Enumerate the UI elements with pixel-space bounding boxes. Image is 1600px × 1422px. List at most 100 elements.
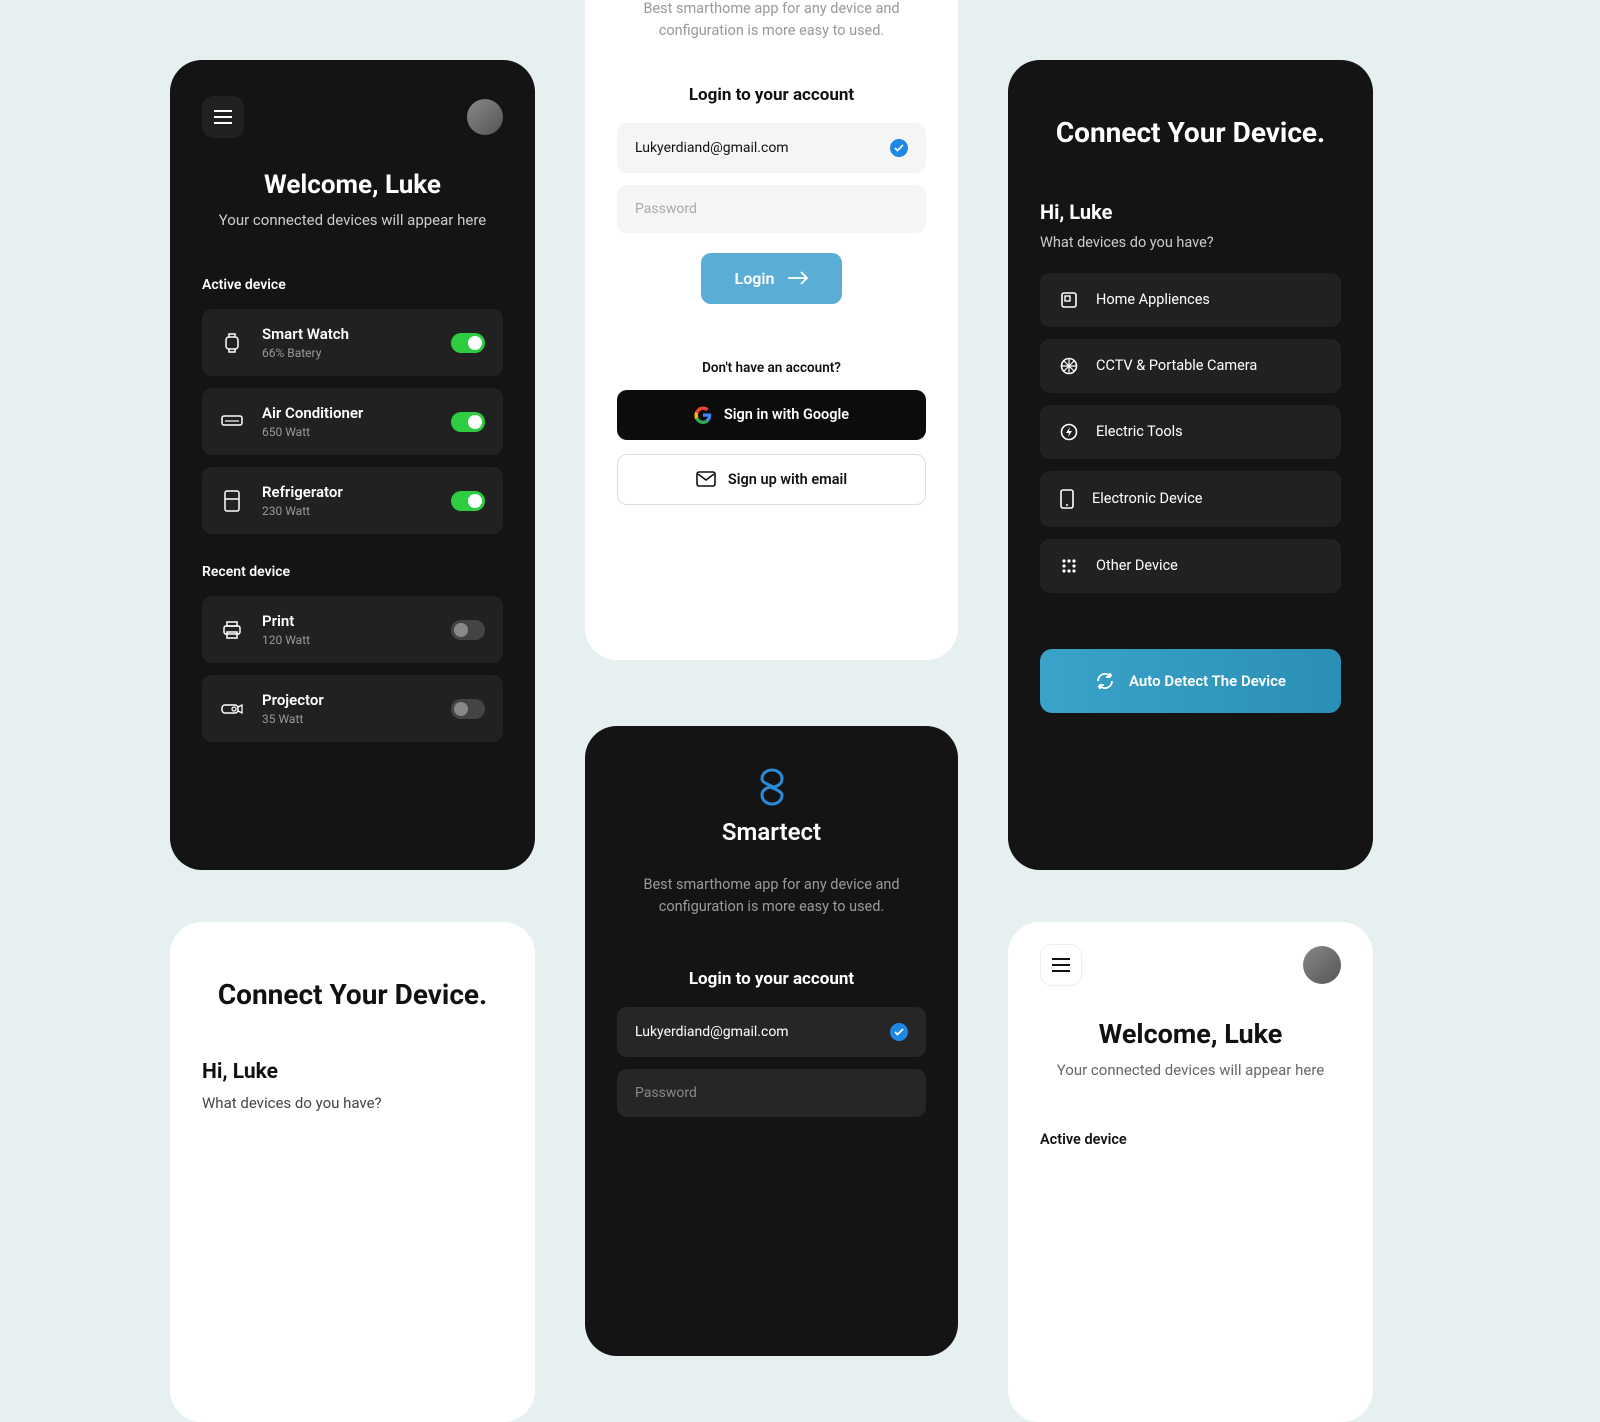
topbar: [202, 96, 503, 138]
category-home-appliances[interactable]: Home Appliences: [1040, 273, 1341, 327]
category-label: Other Device: [1096, 557, 1178, 574]
connect-question: What devices do you have?: [202, 1094, 503, 1112]
password-placeholder: Password: [635, 1085, 697, 1101]
device-row-fridge[interactable]: Refrigerator 230 Watt: [202, 467, 503, 534]
login-button-label: Login: [735, 269, 775, 288]
device-name: Smart Watch: [262, 325, 451, 343]
connect-light-screen: Connect Your Device. Hi, Luke What devic…: [170, 922, 535, 1422]
welcome-light-screen: Welcome, Luke Your connected devices wil…: [1008, 922, 1373, 1422]
login-dark-screen: Smartect Best smarthome app for any devi…: [585, 726, 958, 1356]
brand-name: Smartect: [617, 818, 926, 846]
device-row-print[interactable]: Print 120 Watt: [202, 596, 503, 663]
active-device-label: Active device: [1040, 1131, 1341, 1148]
device-sub: 35 Watt: [262, 712, 451, 726]
email-field[interactable]: Lukyerdiand@gmail.com: [617, 1007, 926, 1057]
brand-tagline: Best smarthome app for any device and co…: [617, 0, 926, 43]
email-signup-button[interactable]: Sign up with email: [617, 454, 926, 505]
check-icon: [890, 139, 908, 157]
category-label: CCTV & Portable Camera: [1096, 357, 1257, 374]
connect-hi: Hi, Luke: [1040, 200, 1341, 224]
auto-detect-button[interactable]: Auto Detect The Device: [1040, 649, 1341, 713]
device-info: Print 120 Watt: [262, 612, 451, 647]
welcome-subtitle: Your connected devices will appear here: [202, 210, 503, 231]
no-account-text: Don't have an account?: [617, 360, 926, 376]
device-toggle[interactable]: [451, 491, 485, 511]
connect-hi: Hi, Luke: [202, 1060, 503, 1084]
device-row-ac[interactable]: Air Conditioner 650 Watt: [202, 388, 503, 455]
hamburger-icon: [1052, 958, 1070, 972]
grid-icon: [1060, 557, 1078, 575]
device-name: Print: [262, 612, 451, 630]
hamburger-icon: [214, 110, 232, 124]
category-electronic-device[interactable]: Electronic Device: [1040, 471, 1341, 527]
active-device-label: Active device: [202, 277, 503, 293]
google-icon: [694, 406, 712, 424]
refresh-icon: [1095, 671, 1115, 691]
camera-lens-icon: [1060, 357, 1078, 375]
device-info: Projector 35 Watt: [262, 691, 451, 726]
menu-button[interactable]: [1040, 944, 1082, 986]
appliance-icon: [1060, 291, 1078, 309]
device-info: Refrigerator 230 Watt: [262, 483, 451, 518]
email-value: Lukyerdiand@gmail.com: [635, 140, 789, 156]
device-toggle[interactable]: [451, 620, 485, 640]
topbar: [1040, 944, 1341, 986]
email-field[interactable]: Lukyerdiand@gmail.com: [617, 123, 926, 173]
password-field[interactable]: Password: [617, 1069, 926, 1117]
avatar[interactable]: [467, 99, 503, 135]
welcome-title: Welcome, Luke: [202, 170, 503, 200]
password-field[interactable]: Password: [617, 185, 926, 233]
email-button-label: Sign up with email: [728, 471, 847, 488]
category-label: Electric Tools: [1096, 423, 1183, 440]
device-name: Projector: [262, 691, 451, 709]
arrow-right-icon: [788, 271, 808, 285]
welcome-subtitle: Your connected devices will appear here: [1040, 1060, 1341, 1081]
category-cctv[interactable]: CCTV & Portable Camera: [1040, 339, 1341, 393]
mail-icon: [696, 471, 716, 487]
welcome-title: Welcome, Luke: [1040, 1018, 1341, 1050]
login-title: Login to your account: [617, 969, 926, 989]
category-other[interactable]: Other Device: [1040, 539, 1341, 593]
fridge-icon: [220, 489, 244, 513]
connect-dark-screen: Connect Your Device. Hi, Luke What devic…: [1008, 60, 1373, 870]
phone-icon: [1060, 489, 1074, 509]
watch-icon: [220, 331, 244, 355]
device-sub: 120 Watt: [262, 633, 451, 647]
device-sub: 230 Watt: [262, 504, 451, 518]
device-toggle[interactable]: [451, 699, 485, 719]
projector-icon: [220, 697, 244, 721]
brand-tagline: Best smarthome app for any device and co…: [617, 874, 926, 919]
device-sub: 66% Batery: [262, 346, 451, 360]
bolt-icon: [1060, 423, 1078, 441]
device-row-projector[interactable]: Projector 35 Watt: [202, 675, 503, 742]
category-label: Home Appliences: [1096, 291, 1210, 308]
password-placeholder: Password: [635, 201, 697, 217]
google-button-label: Sign in with Google: [724, 406, 849, 423]
device-name: Refrigerator: [262, 483, 451, 501]
login-button[interactable]: Login: [701, 253, 843, 304]
recent-device-label: Recent device: [202, 564, 503, 580]
auto-button-label: Auto Detect The Device: [1129, 672, 1286, 690]
check-icon: [890, 1023, 908, 1041]
login-title: Login to your account: [617, 85, 926, 105]
device-info: Smart Watch 66% Batery: [262, 325, 451, 360]
category-electric-tools[interactable]: Electric Tools: [1040, 405, 1341, 459]
printer-icon: [220, 618, 244, 642]
avatar[interactable]: [1303, 946, 1341, 984]
connect-question: What devices do you have?: [1040, 234, 1341, 251]
device-row-smartwatch[interactable]: Smart Watch 66% Batery: [202, 309, 503, 376]
category-label: Electronic Device: [1092, 490, 1203, 507]
device-name: Air Conditioner: [262, 404, 451, 422]
brand-logo: [752, 766, 792, 806]
menu-button[interactable]: [202, 96, 244, 138]
connect-title: Connect Your Device.: [202, 976, 503, 1014]
connect-title: Connect Your Device.: [1040, 114, 1341, 152]
google-signin-button[interactable]: Sign in with Google: [617, 390, 926, 440]
login-light-screen: Best smarthome app for any device and co…: [585, 0, 958, 660]
device-info: Air Conditioner 650 Watt: [262, 404, 451, 439]
welcome-dark-screen: Welcome, Luke Your connected devices wil…: [170, 60, 535, 870]
device-sub: 650 Watt: [262, 425, 451, 439]
ac-icon: [220, 410, 244, 434]
device-toggle[interactable]: [451, 412, 485, 432]
device-toggle[interactable]: [451, 333, 485, 353]
